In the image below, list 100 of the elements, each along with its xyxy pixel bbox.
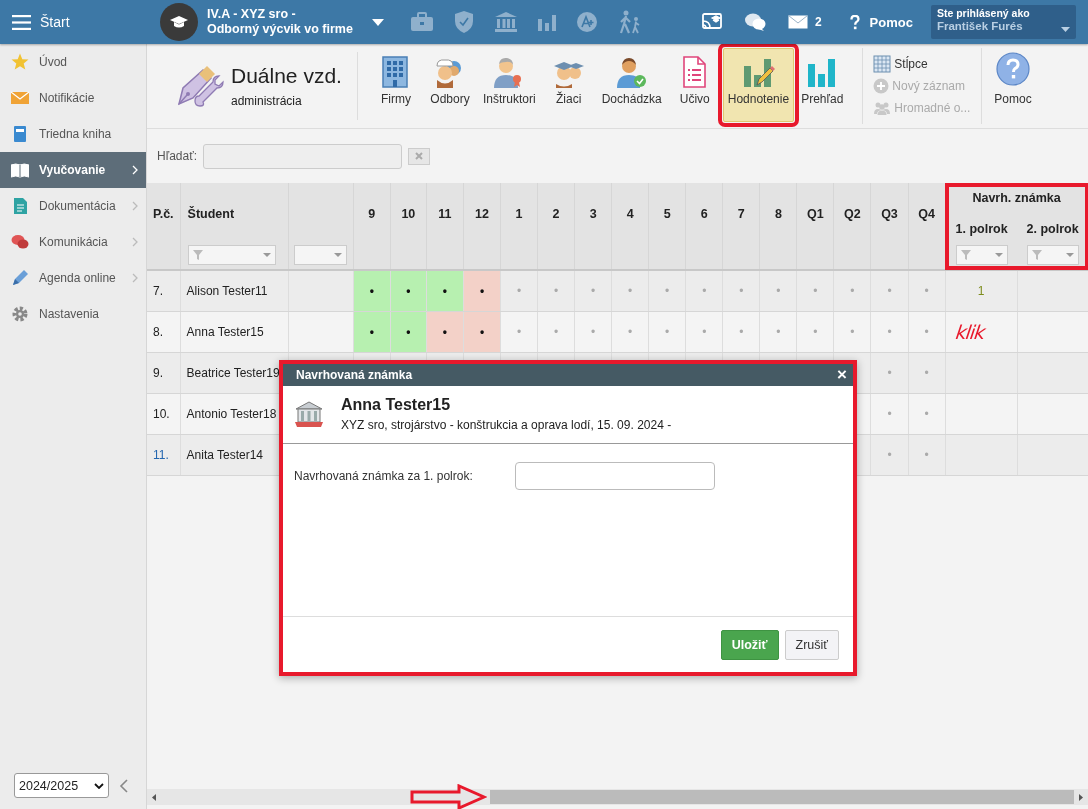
- start-menu-button[interactable]: Štart: [0, 0, 147, 44]
- grade-cell[interactable]: •: [833, 270, 871, 312]
- search-field[interactable]: [203, 143, 403, 169]
- sidebar-item[interactable]: Nastavenia: [0, 296, 146, 332]
- grade-cell[interactable]: •: [685, 311, 723, 353]
- toolbar-button[interactable]: Firmy: [370, 48, 422, 122]
- sidebar-item[interactable]: Vyučovanie: [0, 152, 146, 188]
- cancel-button[interactable]: Zrušiť: [784, 629, 839, 660]
- bar-chart-icon[interactable]: [537, 13, 556, 31]
- grade-cell[interactable]: •: [463, 270, 501, 312]
- grade-cell[interactable]: •: [833, 311, 871, 353]
- grade-cell[interactable]: •: [574, 270, 612, 312]
- grade-cell[interactable]: •: [390, 270, 427, 312]
- filter-dropdown[interactable]: [1026, 245, 1079, 265]
- close-button[interactable]: ×: [837, 367, 847, 383]
- help-button[interactable]: Pomoc: [982, 44, 1044, 128]
- save-button[interactable]: Uložiť: [720, 629, 779, 660]
- caret-icon[interactable]: [371, 18, 384, 26]
- grade-cell[interactable]: •: [463, 311, 501, 353]
- envelope-icon[interactable]: [787, 15, 808, 29]
- caret-icon: [1065, 253, 1074, 257]
- grade-cell[interactable]: •: [537, 270, 575, 312]
- help-link[interactable]: Pomoc: [843, 13, 919, 31]
- plus-circle-icon: [873, 78, 890, 94]
- grade-cell[interactable]: •: [611, 311, 649, 353]
- grade-cell[interactable]: •: [537, 311, 575, 353]
- chevron-down-icon: [94, 782, 104, 789]
- column-header: 8: [774, 207, 782, 221]
- column-header: 7: [737, 207, 745, 221]
- sidebar-item[interactable]: Úvod: [0, 44, 146, 80]
- column-header: Q4: [918, 207, 935, 221]
- grade-cell[interactable]: •: [908, 393, 946, 435]
- user-menu[interactable]: Ste prihlásený ako František Furés: [930, 5, 1076, 39]
- sidebar-item[interactable]: Notifikácie: [0, 80, 146, 116]
- grade-input-field[interactable]: [515, 462, 715, 490]
- column-header: Q2: [844, 207, 861, 221]
- grade-cell[interactable]: •: [574, 311, 612, 353]
- filter-dropdown[interactable]: [187, 245, 276, 265]
- user-name: František Furés: [936, 20, 1023, 32]
- grade-cell[interactable]: •: [353, 270, 391, 312]
- grade-cell[interactable]: •: [908, 434, 946, 476]
- triangle-right-icon: [1079, 793, 1083, 801]
- cast-screen-icon[interactable]: [701, 13, 722, 31]
- grade-cell[interactable]: •: [722, 311, 760, 353]
- column-header: Q3: [881, 207, 898, 221]
- class-selector[interactable]: IV.A - XYZ sro - Odborný výcvik vo firme: [207, 7, 353, 37]
- grade-cell[interactable]: •: [908, 270, 946, 312]
- grade-cell[interactable]: •: [390, 311, 427, 353]
- grade-cell[interactable]: •: [870, 434, 908, 476]
- grade-cell[interactable]: •: [722, 270, 760, 312]
- column-header: P.č.: [152, 207, 174, 221]
- briefcase-icon[interactable]: [409, 12, 434, 32]
- clear-search-button[interactable]: [408, 147, 431, 165]
- year-select[interactable]: 2024/2025: [14, 773, 109, 798]
- sidebar-item[interactable]: Triedna kniha: [0, 116, 146, 152]
- toolbar-button[interactable]: Žiaci: [542, 48, 595, 122]
- sidebar-item[interactable]: Agenda online: [0, 260, 146, 296]
- grade-cell[interactable]: •: [870, 311, 908, 353]
- chat-bubbles-icon[interactable]: [743, 12, 766, 32]
- filter-dropdown[interactable]: [955, 245, 1008, 265]
- column-header: 9: [368, 207, 376, 221]
- column-header: 4: [626, 207, 634, 221]
- column-header: 10: [401, 207, 416, 221]
- grade-cell[interactable]: •: [759, 270, 797, 312]
- grade-cell[interactable]: •: [796, 270, 834, 312]
- sidebar-item[interactable]: Dokumentácia: [0, 188, 146, 224]
- toolbar-button[interactable]: Inštruktori: [478, 48, 541, 122]
- collapse-sidebar-icon[interactable]: [119, 778, 128, 793]
- toolbar-button[interactable]: Dochádzka: [596, 48, 667, 122]
- grade-cell[interactable]: •: [353, 311, 391, 353]
- toolbar-button[interactable]: Učivo: [668, 48, 721, 122]
- grade-cell[interactable]: •: [870, 352, 908, 394]
- grade-cell[interactable]: •: [500, 270, 538, 312]
- grade-cell[interactable]: •: [500, 311, 538, 353]
- toolbar-button[interactable]: Odbory: [424, 48, 476, 122]
- sidebar-item[interactable]: Komunikácia: [0, 224, 146, 260]
- grade-cell[interactable]: •: [685, 270, 723, 312]
- shield-check-icon[interactable]: [453, 10, 474, 34]
- grade-cell[interactable]: •: [648, 270, 686, 312]
- grade-cell[interactable]: •: [908, 311, 946, 353]
- grade-badge-icon[interactable]: [575, 11, 598, 33]
- toolbar-button[interactable]: Prehľad: [796, 48, 849, 122]
- menu-icon: [12, 14, 31, 30]
- grade-cell[interactable]: •: [796, 311, 834, 353]
- grade-cell[interactable]: •: [870, 270, 908, 312]
- filter-dropdown[interactable]: [294, 245, 348, 265]
- grade-cell[interactable]: •: [426, 270, 464, 312]
- gear-icon: [11, 305, 29, 323]
- scrollbar-thumb[interactable]: [490, 790, 1074, 804]
- grade-cell[interactable]: •: [648, 311, 686, 353]
- close-icon: [415, 152, 424, 160]
- grade-cell[interactable]: •: [870, 393, 908, 435]
- bank-icon[interactable]: [493, 11, 518, 33]
- walking-people-icon[interactable]: [617, 10, 642, 34]
- grade-cell[interactable]: •: [611, 270, 649, 312]
- grade-cell[interactable]: •: [426, 311, 464, 353]
- toolbar-button[interactable]: Stĺpce: [873, 54, 972, 74]
- grade-cell[interactable]: •: [908, 352, 946, 394]
- grade-cell[interactable]: •: [759, 311, 797, 353]
- proposed-grade[interactable]: 1: [977, 284, 985, 298]
